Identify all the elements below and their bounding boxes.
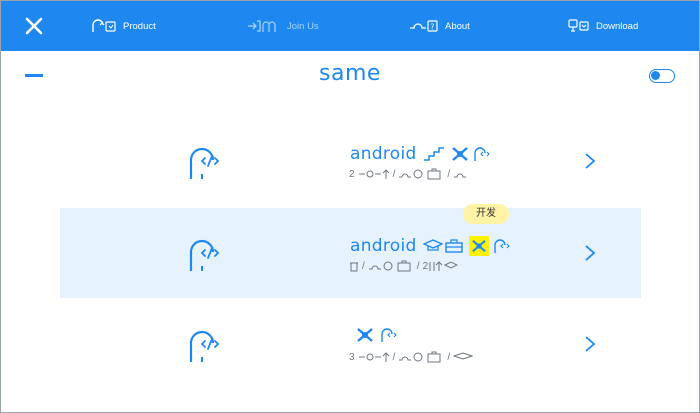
item-subtitle: 2 / / [349, 168, 467, 180]
nav-download-label: Download [596, 20, 639, 32]
close-icon[interactable] [23, 15, 45, 37]
toggle-switch[interactable] [649, 69, 675, 83]
android-code-icon [91, 19, 117, 33]
download-icon [568, 19, 590, 33]
item-title [350, 327, 398, 343]
help-icon: ? [409, 19, 439, 33]
nav-join-us[interactable]: Join Us [247, 17, 319, 35]
separator: / [362, 260, 365, 272]
arrow-up-icon [382, 352, 389, 362]
android-code-icon [189, 330, 220, 362]
android-code-icon [189, 239, 220, 271]
stairs-icon [423, 147, 444, 161]
item-title: android [350, 236, 511, 256]
app-window: Product Join Us ? About Download same an… [0, 0, 700, 413]
item-subtitle: / / 2 [349, 260, 459, 272]
android-code-icon [381, 328, 397, 342]
stats-icon [429, 261, 459, 271]
tools-icon [451, 147, 468, 161]
separator: / [416, 260, 420, 272]
sun-icon [358, 353, 381, 361]
svg-text:?: ? [430, 23, 434, 32]
page-title: same [319, 61, 381, 86]
help-briefcase-icon [399, 168, 441, 180]
chevron-right-icon[interactable] [584, 244, 596, 262]
item-title: android [350, 144, 491, 164]
nav-about-label: About [445, 20, 470, 32]
nav-about[interactable]: ? About [409, 17, 470, 35]
graduation-cap-icon [453, 352, 474, 360]
item-brand: android [350, 236, 417, 256]
separator: / [392, 351, 396, 363]
arrow-up-icon [382, 169, 389, 179]
nav-product-label: Product [123, 20, 156, 32]
separator: / [392, 168, 396, 180]
login-icon [247, 19, 281, 33]
top-nav-bar: Product Join Us ? About Download [1, 1, 699, 51]
briefcase-icon [444, 239, 463, 253]
list-item[interactable]: android 2 / / [60, 116, 641, 206]
nav-join-us-label: Join Us [287, 20, 319, 32]
help-briefcase-icon [399, 351, 441, 363]
graduation-cap-icon [422, 239, 443, 251]
item-count: 3 [349, 351, 355, 363]
tools-icon-highlighted[interactable] [468, 236, 489, 256]
separator: / [447, 351, 451, 363]
nav-download[interactable]: Download [568, 17, 638, 35]
tooltip: 开发 [463, 204, 509, 224]
toggle-knob [651, 71, 660, 80]
list-item-selected[interactable]: android / / 2 [60, 208, 641, 298]
android-code-icon [473, 147, 490, 161]
item-brand: android [350, 144, 417, 164]
trash-icon [350, 262, 358, 271]
help-icon [454, 173, 467, 178]
separator: / [447, 168, 451, 180]
item-count: 2 [349, 168, 355, 180]
android-code-icon [189, 147, 220, 179]
item-subtitle: 3 / / [349, 351, 474, 363]
chevron-right-icon[interactable] [584, 335, 596, 353]
tools-icon [357, 328, 373, 342]
list-item[interactable]: 3 / / [60, 299, 641, 389]
nav-product[interactable]: Product [91, 17, 156, 35]
android-code-icon [493, 239, 510, 253]
chevron-right-icon[interactable] [584, 152, 596, 170]
help-briefcase-icon [368, 260, 411, 272]
sun-icon [358, 170, 381, 178]
